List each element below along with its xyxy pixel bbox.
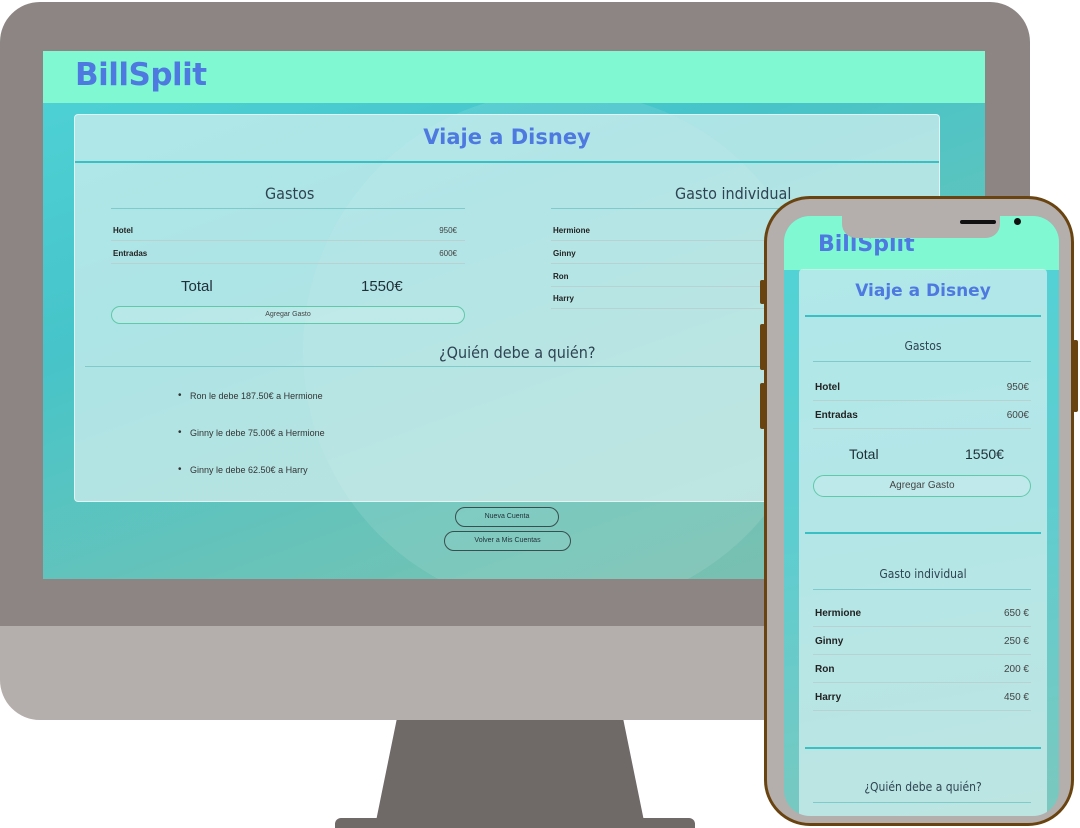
phone-notch [842,216,1021,238]
phone-individual-row: Hermione 650 € [813,599,1031,627]
phone-individual-row: Ginny 250 € [813,627,1031,655]
person-name: Hermione [553,226,590,235]
speaker-grille [960,220,996,224]
phone-expenses-heading: Gastos [904,339,942,353]
monitor-stand [375,720,645,826]
expense-name: Entradas [815,410,858,421]
back-to-accounts-button[interactable]: Volver a Mis Cuentas [444,531,571,551]
person-name: Hermione [815,608,862,619]
person-name: Ginny [553,249,576,258]
page-title: Viaje a Disney [423,125,591,149]
debt-item: Ginny le debe 62.50€ a Harry [178,464,308,475]
phone-debts-divider [813,802,1031,803]
expense-name: Hotel [113,226,133,235]
expense-row: Hotel 950€ [111,218,465,241]
phone-bill-card: Viaje a Disney Gastos Hotel 950€ Entrada… [799,269,1047,816]
expense-amount: 950€ [1006,382,1029,393]
phone-total-label: Total [849,446,879,462]
person-name: Ron [815,664,835,675]
phone-individual-divider [813,589,1031,590]
person-name: Ron [553,272,569,281]
person-name: Harry [553,294,574,303]
expense-amount: 600€ [1006,410,1029,421]
phone-expense-row: Entradas 600€ [813,401,1031,429]
person-amount: 650 € [1003,608,1029,619]
person-amount: 450 € [1003,692,1029,703]
phone-expense-row: Hotel 950€ [813,373,1031,401]
expense-name: Entradas [113,249,148,258]
phone-section-divider [805,532,1041,534]
phone-title-divider [805,315,1041,317]
person-amount: 250 € [1003,636,1029,647]
add-expense-button[interactable]: Agregar Gasto [111,306,465,324]
phone-add-expense-button[interactable]: Agregar Gasto [813,475,1031,497]
camera-icon [1014,218,1021,225]
phone-page-title: Viaje a Disney [855,281,991,301]
phone-individual-row: Ron 200 € [813,655,1031,683]
debt-item: Ginny le debe 75.00€ a Hermione [178,427,325,438]
expense-amount: 600€ [439,249,457,258]
expenses-heading: Gastos [265,184,315,203]
app-logo[interactable]: BillSplit [75,57,207,93]
total-label: Total [181,278,213,295]
debt-item: Ron le debe 187.50€ a Hermione [178,390,323,401]
individual-heading: Gasto individual [675,184,792,203]
phone-individual-heading: Gasto individual [879,567,967,581]
title-divider [75,161,939,163]
person-amount: 200 € [1003,664,1029,675]
expense-name: Hotel [815,382,840,393]
phone-frame: BillSplit Viaje a Disney Gastos Hotel 95… [764,196,1074,826]
person-name: Ginny [815,636,844,647]
phone-expenses-divider [813,361,1031,362]
new-account-button[interactable]: Nueva Cuenta [455,507,559,527]
person-name: Harry [815,692,842,703]
total-value: 1550€ [361,278,403,295]
phone-total-value: 1550€ [965,446,1004,462]
expense-row: Entradas 600€ [111,241,465,264]
debts-heading: ¿Quién debe a quién? [439,343,596,362]
app-header: BillSplit [43,51,985,103]
expense-amount: 950€ [439,226,457,235]
monitor-stand-foot [335,818,695,828]
phone-debts-heading: ¿Quién debe a quién? [864,780,982,794]
phone-section-divider [805,747,1041,749]
phone-screen: BillSplit Viaje a Disney Gastos Hotel 95… [784,216,1059,816]
phone-individual-row: Harry 450 € [813,683,1031,711]
expenses-heading-divider [111,208,465,209]
